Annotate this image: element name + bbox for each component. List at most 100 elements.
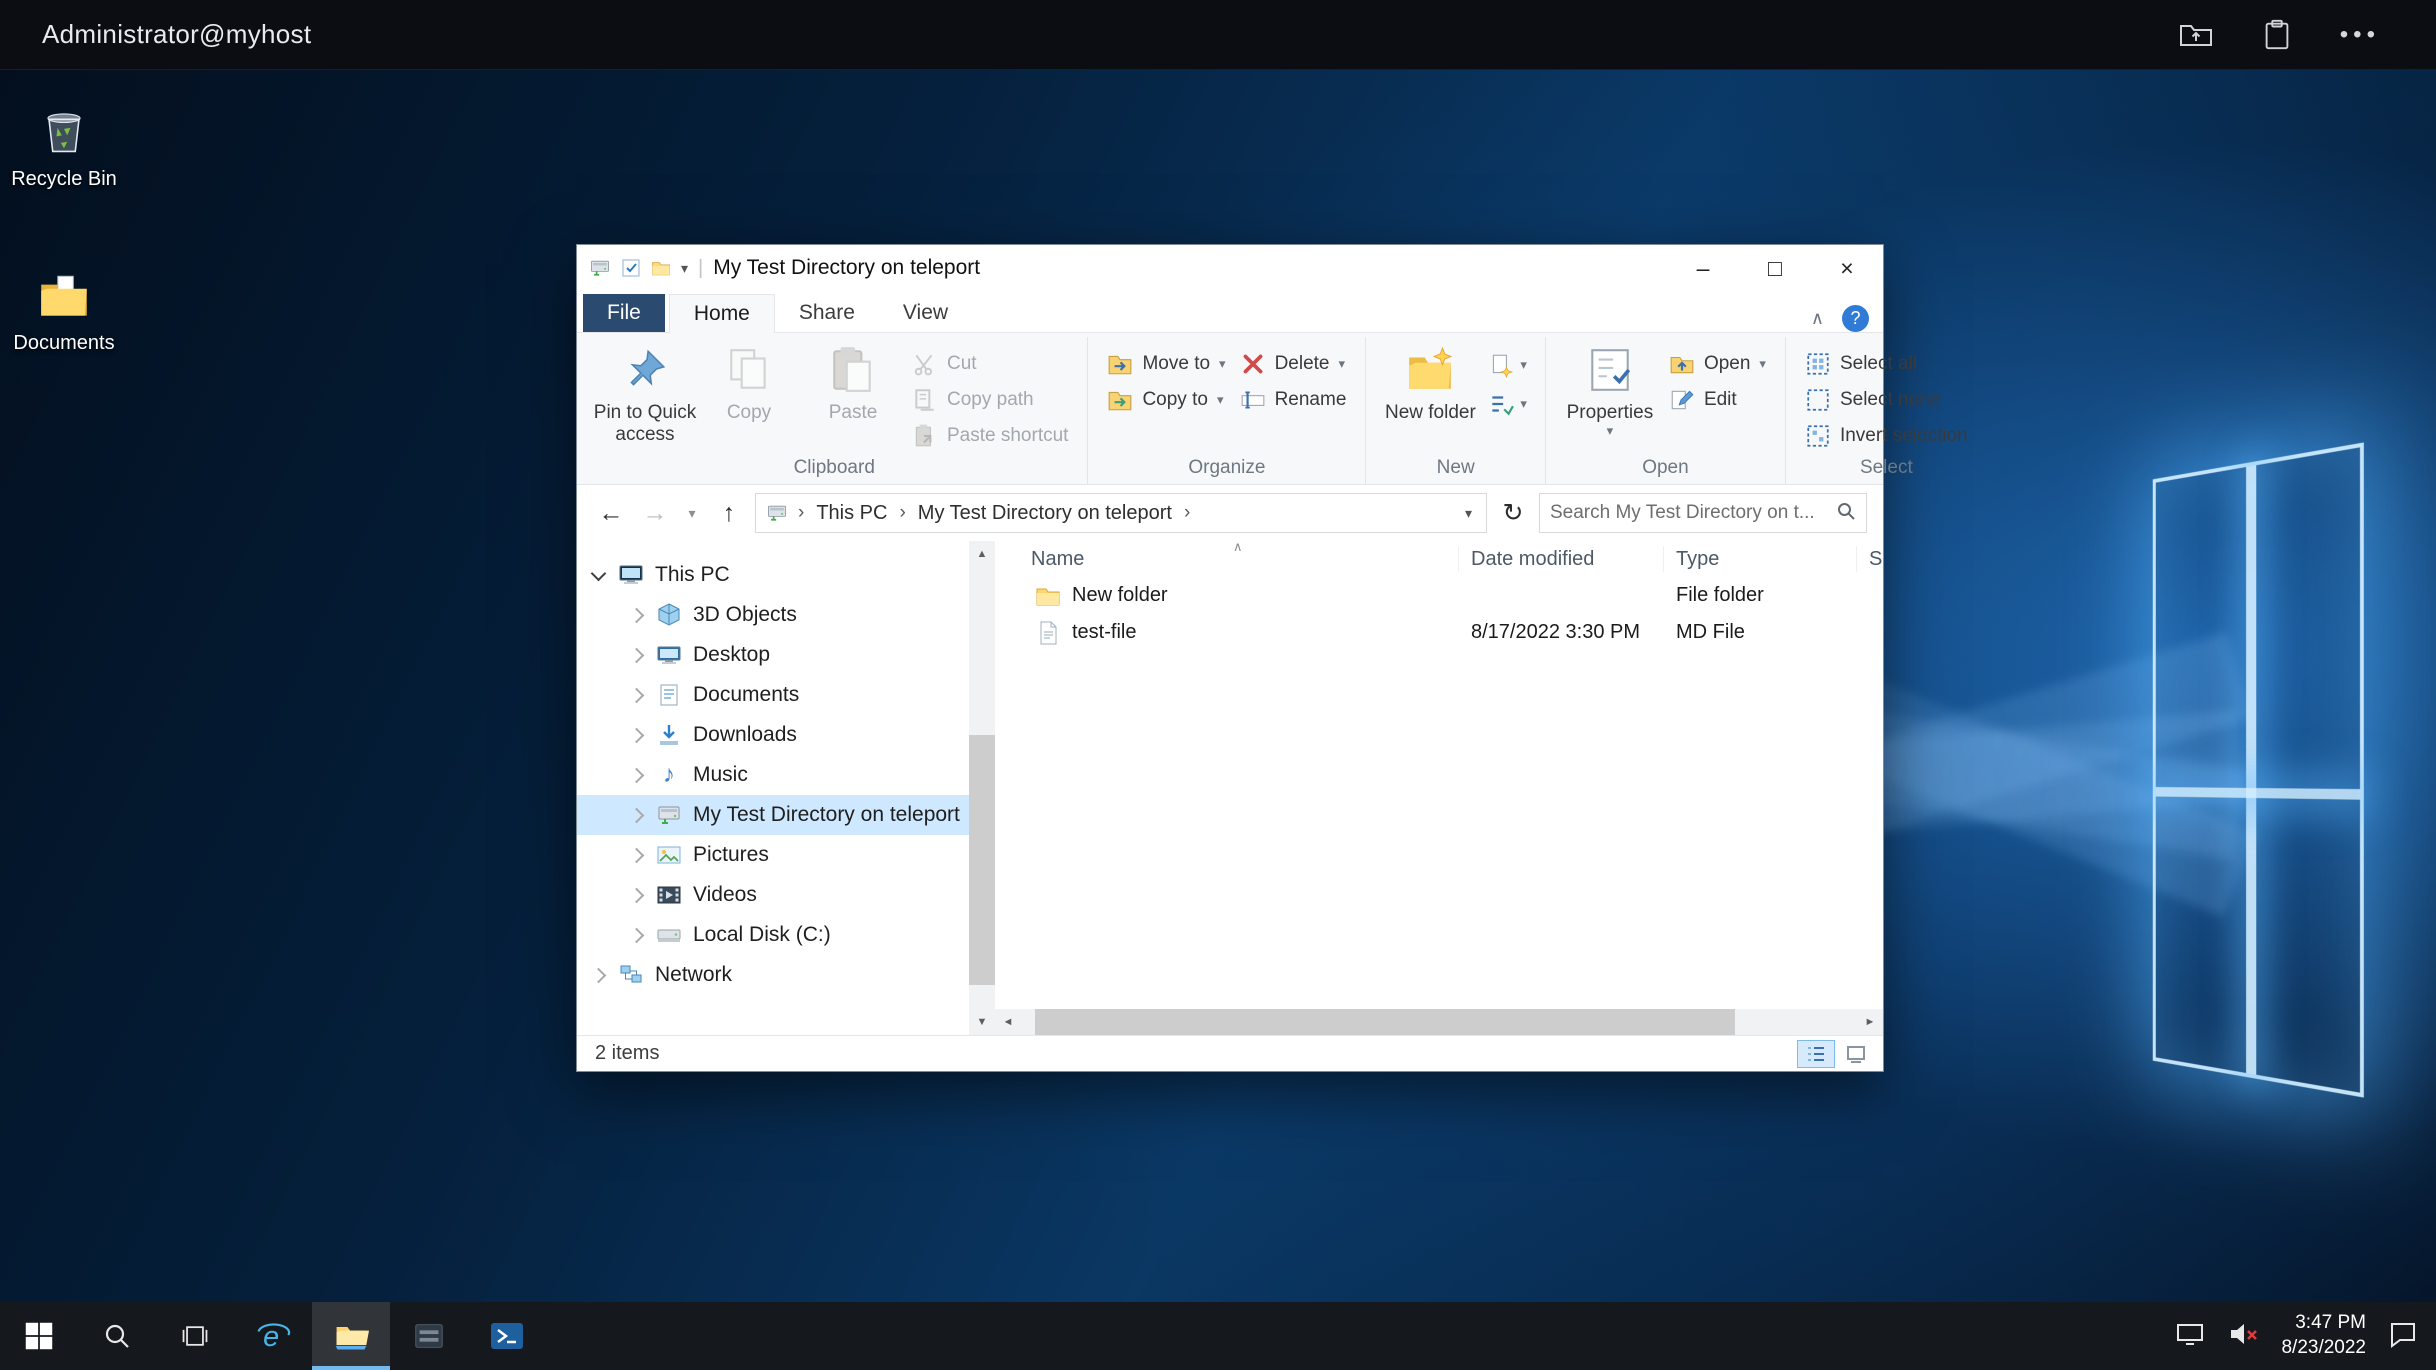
file-row-new-folder[interactable]: New folder File folder	[995, 577, 1883, 614]
start-button[interactable]	[0, 1302, 78, 1370]
sort-ascending-icon[interactable]: ∧	[1233, 539, 1243, 555]
close-button[interactable]: ×	[1811, 245, 1883, 291]
forward-button[interactable]: →	[637, 495, 673, 531]
address-history-dropdown-icon[interactable]: ▾	[1461, 505, 1476, 522]
nav-item-network[interactable]: Network	[577, 955, 969, 995]
chevron-right-icon[interactable]	[629, 847, 645, 863]
desktop-icon-documents[interactable]: Documents	[2, 252, 126, 355]
tab-file[interactable]: File	[583, 294, 665, 332]
copy-path-button[interactable]: Copy path	[905, 383, 1075, 416]
crumb-separator-icon[interactable]: ›	[790, 502, 812, 524]
qat-new-folder-icon[interactable]	[651, 258, 671, 278]
copy-button[interactable]: Copy	[697, 341, 801, 424]
new-item-button[interactable]: ▾	[1482, 347, 1533, 383]
more-options-icon[interactable]: •••	[2340, 23, 2380, 47]
rename-button[interactable]: Rename	[1233, 383, 1354, 416]
breadcrumb-this-pc[interactable]: This PC	[812, 502, 891, 525]
column-header-date-modified[interactable]: Date modified	[1459, 546, 1664, 572]
internet-explorer-button[interactable]: e	[234, 1302, 312, 1370]
help-icon[interactable]: ?	[1842, 305, 1869, 332]
scroll-right-icon[interactable]: ►	[1857, 1016, 1883, 1028]
file-explorer-button[interactable]	[312, 1302, 390, 1370]
nav-pane-scrollbar[interactable]: ▲ ▼	[969, 541, 995, 1035]
tab-share[interactable]: Share	[775, 294, 879, 332]
details-view-button[interactable]	[1797, 1040, 1835, 1068]
taskbar-clock[interactable]: 3:47 PM 8/23/2022	[2281, 1311, 2366, 1360]
thumbnails-view-button[interactable]	[1837, 1040, 1875, 1068]
horizontal-scrollbar[interactable]: ◄ ►	[995, 1009, 1883, 1035]
clipboard-icon[interactable]	[2260, 18, 2294, 52]
powershell-button[interactable]	[468, 1302, 546, 1370]
qat-properties-icon[interactable]	[621, 258, 641, 278]
column-header-name[interactable]: Name	[995, 546, 1459, 572]
crumb-separator-icon[interactable]: ›	[891, 502, 913, 524]
nav-item-my-test-directory[interactable]: My Test Directory on teleport	[577, 795, 969, 835]
copy-to-button[interactable]: Copy to ▾	[1100, 383, 1232, 416]
scrollbar-track[interactable]	[969, 567, 995, 1009]
open-button[interactable]: Open ▾	[1662, 347, 1773, 380]
chevron-down-icon[interactable]	[591, 565, 607, 581]
scroll-left-icon[interactable]: ◄	[995, 1016, 1021, 1028]
select-all-button[interactable]: Select all	[1798, 347, 1975, 380]
qat-customize-dropdown-icon[interactable]: ▾	[681, 260, 688, 277]
recent-locations-dropdown-icon[interactable]: ▾	[681, 495, 703, 531]
scrollbar-track[interactable]	[1021, 1009, 1857, 1035]
tab-view[interactable]: View	[879, 294, 972, 332]
chevron-right-icon[interactable]	[629, 607, 645, 623]
chevron-right-icon[interactable]	[629, 767, 645, 783]
nav-item-downloads[interactable]: Downloads	[577, 715, 969, 755]
minimize-button[interactable]: –	[1667, 245, 1739, 291]
file-row-test-file[interactable]: test-file 8/17/2022 3:30 PM MD File	[995, 614, 1883, 651]
ribbon-collapse-icon[interactable]: ∧	[1811, 308, 1824, 329]
task-view-button[interactable]	[156, 1302, 234, 1370]
remote-display-icon[interactable]	[2175, 1319, 2205, 1354]
scroll-up-icon[interactable]: ▲	[969, 541, 995, 567]
nav-item-3d-objects[interactable]: 3D Objects	[577, 595, 969, 635]
select-none-button[interactable]: Select none	[1798, 383, 1975, 416]
search-input[interactable]	[1550, 502, 1828, 524]
back-button[interactable]: ←	[593, 495, 629, 531]
breadcrumb-current-folder[interactable]: My Test Directory on teleport	[914, 502, 1176, 525]
nav-item-local-disk-c[interactable]: Local Disk (C:)	[577, 915, 969, 955]
nav-item-desktop[interactable]: Desktop	[577, 635, 969, 675]
easy-access-button[interactable]: ▾	[1482, 386, 1533, 422]
search-icon[interactable]	[1836, 501, 1856, 526]
up-button[interactable]: ↑	[711, 495, 747, 531]
volume-muted-icon[interactable]	[2227, 1318, 2259, 1355]
scrollbar-thumb[interactable]	[969, 735, 995, 985]
column-header-size[interactable]: Size	[1857, 546, 1883, 572]
scrollbar-thumb[interactable]	[1035, 1009, 1735, 1035]
chevron-right-icon[interactable]	[629, 687, 645, 703]
scroll-down-icon[interactable]: ▼	[969, 1009, 995, 1035]
delete-button[interactable]: Delete ▾	[1233, 347, 1354, 380]
taskbar-search-button[interactable]	[78, 1302, 156, 1370]
maximize-button[interactable]: □	[1739, 245, 1811, 291]
cut-button[interactable]: Cut	[905, 347, 1075, 380]
action-center-icon[interactable]	[2388, 1319, 2418, 1354]
paste-button[interactable]: Paste	[801, 341, 905, 424]
pin-to-quick-access-button[interactable]: Pin to Quick access	[593, 341, 697, 446]
column-header-type[interactable]: Type	[1664, 546, 1857, 572]
nav-item-videos[interactable]: Videos	[577, 875, 969, 915]
invert-selection-button[interactable]: Invert selection	[1798, 419, 1975, 452]
server-manager-button[interactable]	[390, 1302, 468, 1370]
nav-item-documents[interactable]: Documents	[577, 675, 969, 715]
refresh-icon[interactable]: ↻	[1495, 498, 1531, 528]
file-transfer-icon[interactable]	[2178, 17, 2214, 53]
chevron-right-icon[interactable]	[629, 727, 645, 743]
chevron-right-icon[interactable]	[629, 807, 645, 823]
window-icon[interactable]	[589, 257, 611, 279]
edit-button[interactable]: Edit	[1662, 383, 1773, 416]
chevron-right-icon[interactable]	[629, 927, 645, 943]
crumb-separator-icon[interactable]: ›	[1176, 502, 1198, 524]
nav-item-music[interactable]: ♪ Music	[577, 755, 969, 795]
nav-item-this-pc[interactable]: This PC	[577, 555, 969, 595]
desktop-icon-recycle-bin[interactable]: Recycle Bin	[2, 88, 126, 191]
nav-item-pictures[interactable]: Pictures	[577, 835, 969, 875]
properties-button[interactable]: Properties ▾	[1558, 341, 1662, 439]
chevron-right-icon[interactable]	[591, 967, 607, 983]
search-box[interactable]	[1539, 493, 1867, 533]
chevron-right-icon[interactable]	[629, 647, 645, 663]
move-to-button[interactable]: Move to ▾	[1100, 347, 1232, 380]
new-folder-button[interactable]: New folder	[1378, 341, 1482, 424]
